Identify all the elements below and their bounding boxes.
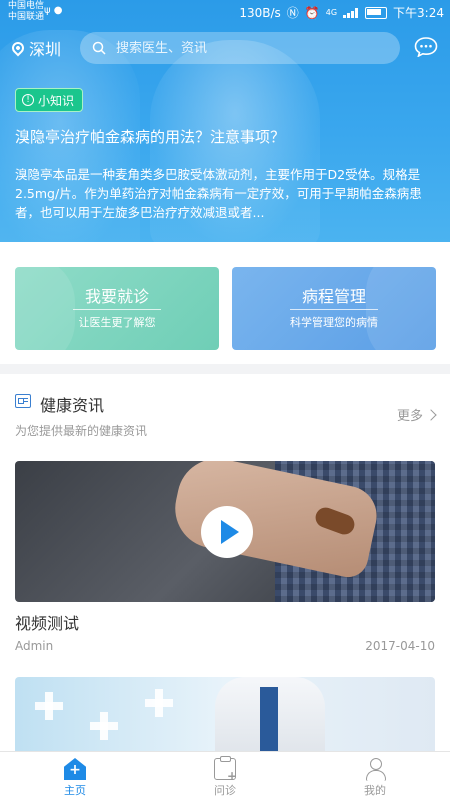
city-label: 深圳 <box>29 40 62 59</box>
status-right: 130B/s Ⓝ ⏰ 4G 下午3:24 <box>239 4 444 21</box>
card-divider <box>73 309 161 310</box>
tab-consult[interactable]: 问诊 <box>150 752 300 800</box>
clock: 下午3:24 <box>393 6 444 20</box>
card-subtitle: 让医生更了解您 <box>78 316 156 329</box>
section-divider <box>0 364 450 374</box>
video-thumbnail[interactable] <box>15 461 435 602</box>
more-link[interactable]: 更多 <box>397 405 437 424</box>
card-title: 病程管理 <box>301 287 366 306</box>
user-icon <box>364 758 386 781</box>
location-selector[interactable]: 深圳 <box>9 36 62 60</box>
tab-label: 我的 <box>364 784 386 797</box>
bottom-tab-bar: 主页 问诊 我的 <box>0 751 450 800</box>
tab-profile[interactable]: 我的 <box>300 752 450 800</box>
home-icon <box>64 758 86 780</box>
article-author: Admin <box>15 639 54 653</box>
medical-cross-icon <box>145 689 173 717</box>
network-speed: 130B/s <box>239 5 281 20</box>
top-bar: 深圳 <box>0 30 450 68</box>
card-subtitle: 科学管理您的病情 <box>290 316 378 329</box>
doctor-tie <box>260 687 278 757</box>
tab-label: 主页 <box>64 784 86 797</box>
carrier-info: 中国电信 中国联通 <box>8 1 45 22</box>
chevron-right-icon <box>425 408 437 421</box>
search-input[interactable] <box>114 39 368 57</box>
tip-description: 溴隐亭本品是一种麦角类多巴胺受体激动剂，主要作用于D2受体。规格是2.5mg/片… <box>15 167 422 220</box>
network-type: 4G <box>325 8 338 17</box>
message-icon[interactable] <box>414 37 438 57</box>
article-thumbnail[interactable] <box>15 677 435 757</box>
consult-clipboard-icon <box>214 756 237 783</box>
service-cards: 我要就诊 让医生更了解您 病程管理 科学管理您的病情 <box>15 267 436 350</box>
article-date: 2017-04-10 <box>365 639 435 653</box>
tip-badge: ! 小知识 <box>15 88 84 112</box>
tab-home[interactable]: 主页 <box>0 752 150 800</box>
disease-management-button[interactable]: 病程管理 科学管理您的病情 <box>232 267 436 350</box>
search-bar[interactable] <box>80 32 400 64</box>
news-icon <box>15 394 31 408</box>
tip-title[interactable]: 溴隐亭治疗帕金森病的用法？注意事项？ <box>15 126 285 147</box>
article-title[interactable]: 视频测试 <box>15 610 79 634</box>
card-title: 我要就诊 <box>84 287 149 306</box>
signal-icon <box>343 7 359 18</box>
card-divider <box>290 309 378 310</box>
tab-label: 问诊 <box>214 784 236 797</box>
battery-icon <box>365 6 388 19</box>
section-title: 健康资讯 <box>40 396 105 415</box>
nfc-icon: Ⓝ <box>286 6 299 20</box>
play-icon[interactable] <box>201 506 253 558</box>
section-subtitle: 为您提供最新的健康资讯 <box>15 424 148 438</box>
alarm-icon: ⏰ <box>304 5 320 20</box>
status-bar: 中国电信 中国联通 ψ ● 130B/s Ⓝ ⏰ 4G 下午3:24 <box>0 0 450 24</box>
usb-icon: ψ ● <box>44 5 63 16</box>
location-pin-icon <box>9 39 27 57</box>
card-decoration <box>15 267 75 350</box>
medical-cross-icon <box>90 712 118 740</box>
search-icon <box>92 41 106 55</box>
exclamation-icon: ! <box>22 94 34 106</box>
visit-doctor-button[interactable]: 我要就诊 让医生更了解您 <box>15 267 219 350</box>
medical-cross-icon <box>35 692 63 720</box>
